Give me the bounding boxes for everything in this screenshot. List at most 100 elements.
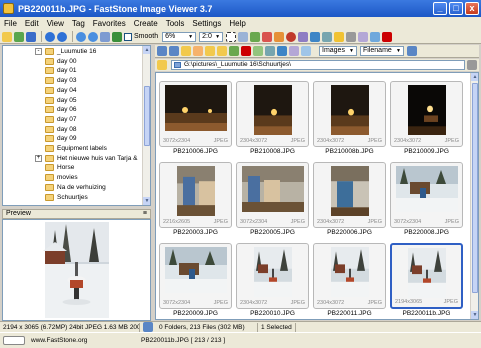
previous-icon[interactable] — [45, 31, 55, 42]
thumbnail-item[interactable]: 3072x2304 JPEG PB220005.JPG — [236, 162, 309, 239]
menu-file[interactable]: File — [4, 19, 17, 28]
thumbnail-card[interactable]: 2304x3072 JPEG — [390, 81, 463, 147]
copy-to-icon[interactable] — [205, 46, 215, 56]
fit-icon[interactable] — [143, 322, 153, 332]
folder-tree-item[interactable]: day 01 — [45, 66, 77, 75]
sort-order-icon[interactable] — [407, 46, 417, 56]
thumbnail-item[interactable]: 2304x3072 JPEG PB220011.JPG — [313, 243, 386, 319]
thumbnail-card[interactable]: 3072x2304 JPEG — [390, 162, 463, 228]
exit-icon[interactable] — [382, 31, 393, 42]
zoom-out-icon[interactable] — [88, 31, 98, 42]
path-input[interactable]: G:\pictures\_Luumutie 16\Schuurtjes\ — [171, 60, 465, 70]
folder-tree-item[interactable]: movies — [45, 173, 78, 182]
thumbnail-card[interactable]: 3072x2304 JPEG — [159, 81, 232, 147]
menu-settings[interactable]: Settings — [192, 19, 221, 28]
folder-tree-item[interactable]: day 04 — [45, 86, 77, 95]
save-icon[interactable] — [26, 31, 36, 42]
expand-icon[interactable]: + — [35, 154, 42, 162]
thumbnail-card[interactable]: 2216x2605 JPEG — [159, 162, 232, 228]
path-go-icon[interactable] — [467, 60, 477, 70]
effects-icon[interactable] — [298, 31, 309, 42]
folder-tree-item[interactable]: day 08 — [45, 125, 77, 134]
thumbnail-item[interactable]: 2304x3072 JPEG PB210008b.JPG — [313, 81, 386, 158]
close-button[interactable]: x — [465, 2, 479, 15]
smooth-checkbox[interactable] — [124, 32, 132, 41]
thumbnail-item[interactable]: 2304x3072 JPEG PB220010.JPG — [236, 243, 309, 319]
folder-tree-item[interactable]: Na de verhuizing — [45, 183, 106, 192]
delete-icon[interactable] — [241, 46, 251, 56]
print-icon[interactable] — [346, 31, 357, 42]
menu-help[interactable]: Help — [229, 19, 245, 28]
resize-icon[interactable] — [250, 31, 261, 42]
zoom-thumb-icon[interactable] — [301, 46, 311, 56]
up-folder-icon[interactable] — [157, 60, 167, 70]
thumbnail-card[interactable]: 2304x3072 JPEG — [236, 243, 309, 309]
maximize-button[interactable]: □ — [449, 2, 463, 15]
folder-tree-item[interactable]: Equipment labels — [45, 144, 107, 153]
collapse-icon[interactable]: - — [35, 48, 42, 55]
folder-tree-scrollbar[interactable]: ▲ ▼ — [142, 46, 150, 205]
menu-tag[interactable]: Tag — [72, 19, 85, 28]
folder-tree-item[interactable]: day 03 — [45, 76, 77, 85]
menu-tools[interactable]: Tools — [166, 19, 185, 28]
slideshow-icon[interactable] — [310, 31, 321, 42]
scanner-icon[interactable] — [358, 31, 369, 42]
batch-convert-icon[interactable] — [265, 46, 275, 56]
thumbnail-card[interactable]: 2304x3072 JPEG — [313, 81, 386, 147]
red-eye-icon[interactable] — [286, 31, 297, 42]
thumbnail-item[interactable]: 2194x3065 JPEG PB220011b.JPG — [390, 243, 463, 319]
folder-tree-item[interactable]: day 09 — [45, 134, 77, 143]
crop-icon[interactable] — [238, 31, 249, 42]
thumbnail-card[interactable]: 2304x3072 JPEG — [313, 243, 386, 309]
tag-icon[interactable] — [253, 46, 263, 56]
select-icon[interactable] — [226, 31, 237, 42]
folder-tree-item[interactable]: Schuurtjes — [45, 192, 88, 202]
menu-view[interactable]: View — [47, 19, 64, 28]
back-folder-icon[interactable] — [181, 46, 191, 56]
folder-tree-item[interactable]: day 05 — [45, 96, 77, 105]
thumbnail-card[interactable]: 3072x2304 JPEG — [236, 162, 309, 228]
minimize-button[interactable]: _ — [433, 2, 447, 15]
menu-create[interactable]: Create — [134, 19, 158, 28]
scroll-up-icon[interactable]: ▲ — [471, 73, 478, 81]
thumbnail-item[interactable]: 3072x2304 JPEG PB220008.JPG — [390, 162, 463, 239]
folder-tree-item[interactable]: Horse — [45, 163, 74, 172]
thumbnail-size-icon[interactable] — [169, 46, 179, 56]
folder-tree-item[interactable]: day 06 — [45, 105, 77, 114]
scroll-thumb[interactable] — [144, 86, 150, 146]
favorites-icon[interactable] — [193, 46, 203, 56]
slideshow-icon[interactable] — [277, 46, 287, 56]
contact-sheet-icon[interactable] — [289, 46, 299, 56]
compare-icon[interactable] — [322, 31, 333, 42]
ratio-combo[interactable]: 2:0 ▼ — [199, 31, 224, 42]
zoom-in-icon[interactable] — [76, 31, 86, 42]
scroll-up-icon[interactable]: ▲ — [143, 46, 150, 54]
browse-icon[interactable] — [14, 31, 24, 42]
menu-favorites[interactable]: Favorites — [93, 19, 126, 28]
fit-window-icon[interactable] — [112, 31, 122, 42]
thumbnail-item[interactable]: 2304x3072 JPEG PB220006.JPG — [313, 162, 386, 239]
email-icon[interactable] — [334, 31, 345, 42]
folder-tree-item[interactable]: - _Luumutie 16 — [35, 47, 96, 56]
filter-combo[interactable]: Images ▼ — [319, 46, 357, 56]
next-icon[interactable] — [57, 31, 67, 42]
scroll-down-icon[interactable]: ▼ — [471, 311, 478, 319]
refresh-icon[interactable] — [229, 46, 239, 56]
thumbnail-browser[interactable]: ▲ ▼ 3072x2304 JPEG PB210006.JPG 2304x3072 JP… — [155, 72, 479, 320]
open-icon[interactable] — [2, 31, 12, 42]
thumbnail-card[interactable]: 3072x2304 JPEG — [159, 243, 232, 309]
thumbnail-item[interactable]: 3072x2304 JPEG PB220009.JPG — [159, 243, 232, 319]
scroll-thumb[interactable] — [472, 83, 478, 293]
move-to-icon[interactable] — [217, 46, 227, 56]
thumbnail-item[interactable]: 2304x3072 JPEG PB210009.JPG — [390, 81, 463, 158]
actual-size-icon[interactable] — [100, 31, 110, 42]
sort-combo[interactable]: Filename ▼ — [360, 46, 404, 56]
thumbnail-item[interactable]: 3072x2304 JPEG PB210006.JPG — [159, 81, 232, 158]
folder-tree[interactable]: ▲ ▼ - _Luumutie 16 day 00 day 01 day 03 day 0… — [2, 45, 151, 206]
website-link[interactable]: www.FastStone.org — [27, 337, 137, 344]
settings-icon[interactable] — [370, 31, 381, 42]
view-mode-icon[interactable] — [157, 46, 167, 56]
folder-tree-item[interactable]: day 00 — [45, 57, 77, 66]
zoom-combo[interactable]: 6% ▼ — [162, 31, 197, 42]
browser-scrollbar[interactable]: ▲ ▼ — [470, 73, 478, 319]
